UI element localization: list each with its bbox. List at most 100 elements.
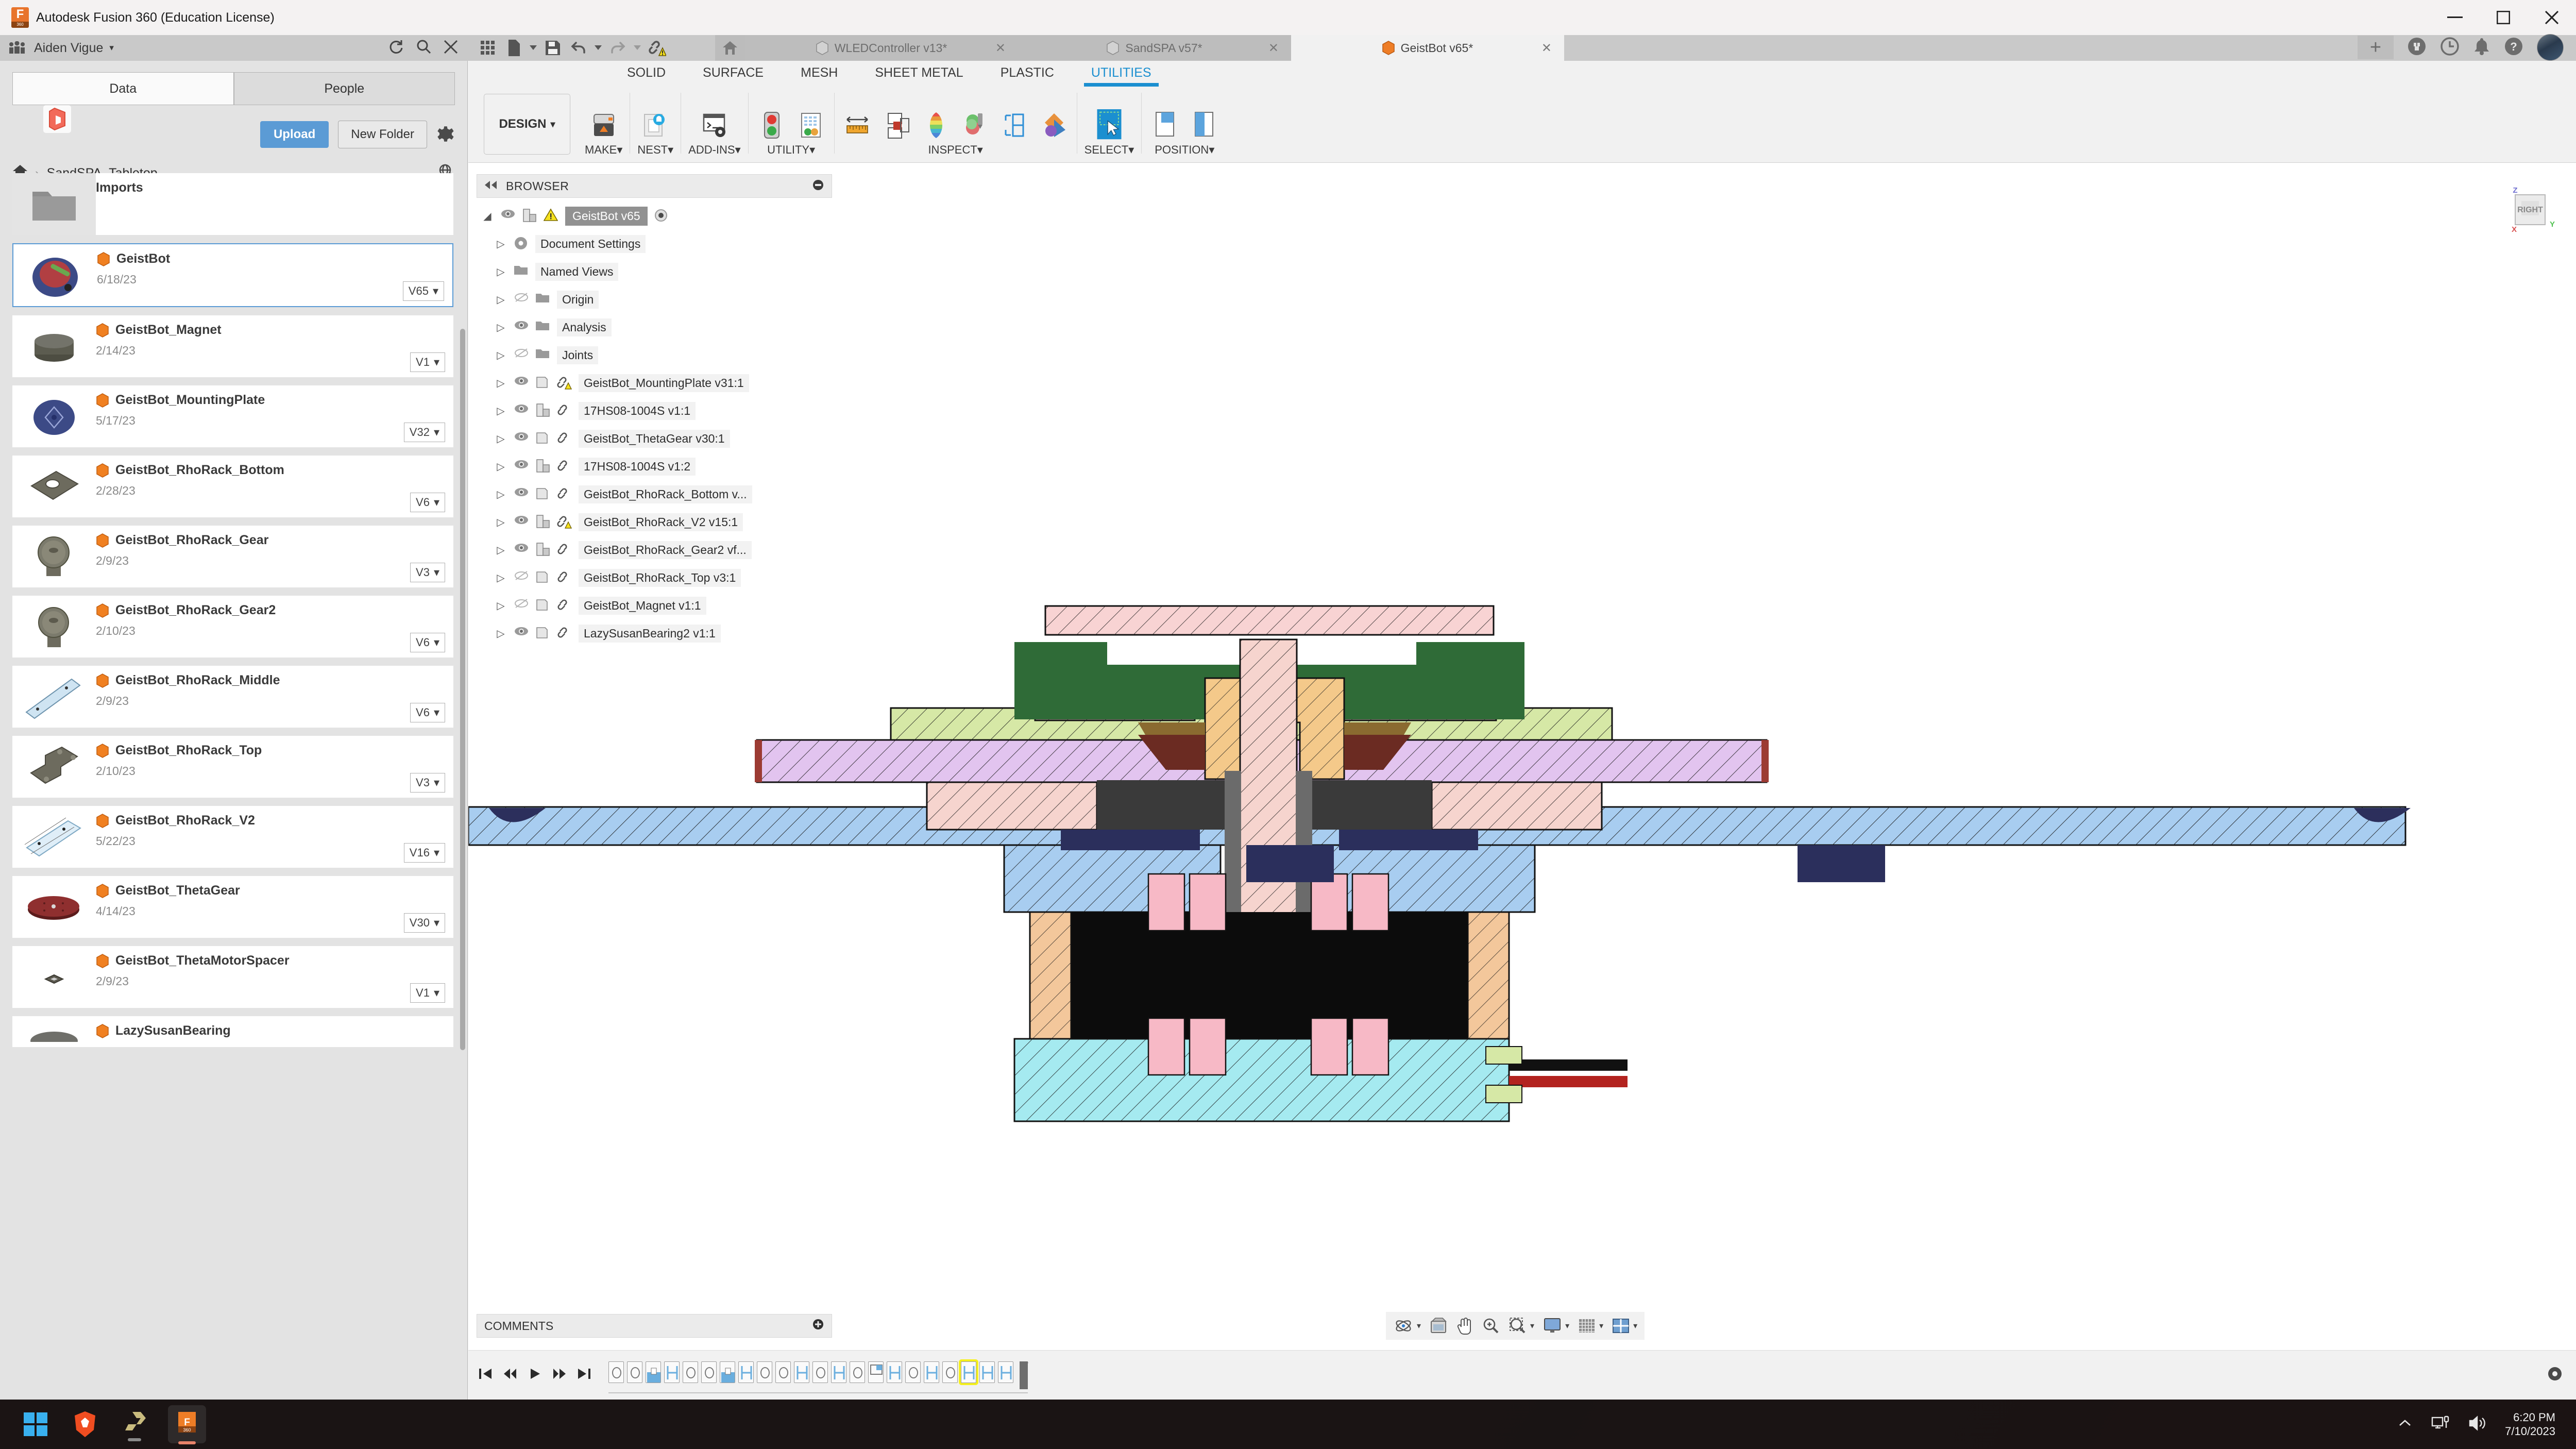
tree-row-analysis[interactable]: ▷ Analysis	[477, 313, 832, 341]
tree-row-joints[interactable]: ▷ Joints	[477, 341, 832, 369]
refresh-icon[interactable]	[387, 39, 404, 58]
browser-options-icon[interactable]	[812, 179, 824, 194]
go-to-end-icon[interactable]	[577, 1366, 592, 1384]
gear-icon[interactable]	[436, 125, 455, 144]
redo-chevron-down-icon[interactable]	[631, 35, 644, 61]
timeline-marker[interactable]	[1020, 1361, 1028, 1389]
step-back-icon[interactable]	[502, 1366, 518, 1384]
tree-row-rhorack-gear2[interactable]: ▷ GeistBot_RhoRack_Gear2 vf...	[477, 536, 832, 564]
align-icon[interactable]	[1149, 109, 1181, 141]
timeline-feature-sketch[interactable]	[627, 1361, 642, 1383]
browser-tree[interactable]: ◢ GeistBot v65 ▷ Document Settings ▷ Nam…	[477, 202, 832, 647]
ribbon-tab-utilities[interactable]: UTILITIES	[1083, 65, 1159, 87]
version-dropdown[interactable]: V6 ▾	[410, 493, 445, 512]
brave-browser-icon[interactable]	[69, 1408, 101, 1440]
play-icon[interactable]	[527, 1366, 543, 1384]
list-item[interactable]: GeistBot_RhoRack_Gear 2/9/23 V3 ▾	[12, 526, 453, 587]
eye-visible-icon[interactable]	[514, 486, 529, 502]
zebra-icon[interactable]	[1038, 109, 1070, 141]
timeline-feature-joint[interactable]	[979, 1361, 995, 1383]
eye-visible-icon[interactable]	[514, 542, 529, 558]
tree-row-magnet[interactable]: ▷ GeistBot_Magnet v1:1	[477, 592, 832, 619]
version-dropdown[interactable]: V30 ▾	[403, 913, 445, 933]
list-item[interactable]: GeistBot_ThetaGear 4/14/23 V30 ▾	[12, 876, 453, 938]
workspace-switcher[interactable]: DESIGN ▾	[484, 94, 570, 155]
tree-row-stepper-2[interactable]: ▷ 17HS08-1004S v1:2	[477, 452, 832, 480]
compute-all-icon[interactable]	[795, 109, 827, 141]
tree-row-rhorack-bottom[interactable]: ▷ GeistBot_RhoRack_Bottom v...	[477, 480, 832, 508]
list-item[interactable]: GeistBot_RhoRack_Gear2 2/10/23 V6 ▾	[12, 596, 453, 658]
interference-icon[interactable]	[959, 109, 991, 141]
section-analysis-icon[interactable]	[881, 109, 913, 141]
timeline-feature-plane[interactable]	[868, 1361, 884, 1383]
timeline-feature-joint[interactable]	[738, 1361, 754, 1383]
eye-visible-icon[interactable]	[514, 403, 529, 418]
activate-component-icon[interactable]	[654, 208, 669, 224]
fit-button[interactable]: ▾	[1509, 1317, 1534, 1335]
list-item[interactable]: GeistBot 6/18/23 V65 ▾	[12, 243, 453, 307]
network-icon[interactable]	[2431, 1414, 2450, 1435]
expand-triangle-icon[interactable]: ◢	[481, 210, 494, 223]
close-icon[interactable]: ✕	[1268, 41, 1279, 56]
list-item[interactable]: GeistBot_MountingPlate 5/17/23 V32 ▾	[12, 385, 453, 447]
clock[interactable]: 6:20 PM 7/10/2023	[2505, 1410, 2555, 1439]
expand-triangle-icon[interactable]: ▷	[494, 488, 507, 501]
timeline-feature-sketch[interactable]	[608, 1361, 624, 1383]
tree-row-rhorack-v2[interactable]: ▷ GeistBot_RhoRack_V2 v15:1	[477, 508, 832, 536]
orbit-button[interactable]: ▾	[1393, 1317, 1421, 1335]
version-dropdown[interactable]: V6 ▾	[410, 633, 445, 652]
timeline-feature-joint-selected[interactable]	[961, 1361, 976, 1383]
timeline-feature-extrude[interactable]	[646, 1361, 661, 1383]
curvature-map-icon[interactable]	[920, 109, 952, 141]
tree-row-document-settings[interactable]: ▷ Document Settings	[477, 230, 832, 258]
version-dropdown[interactable]: V32 ▾	[403, 423, 445, 442]
chevron-down-icon[interactable]: ▾	[1417, 1321, 1421, 1331]
collapse-icon[interactable]	[484, 180, 498, 192]
start-button[interactable]	[20, 1408, 52, 1440]
tree-row-stepper-1[interactable]: ▷ 17HS08-1004S v1:1	[477, 397, 832, 425]
pan-button[interactable]	[1456, 1317, 1473, 1335]
tree-row-root[interactable]: ◢ GeistBot v65	[477, 202, 832, 230]
eye-visible-icon[interactable]	[514, 459, 529, 474]
list-item[interactable]: GeistBot_RhoRack_V2 5/22/23 V16 ▾	[12, 806, 453, 868]
model-state-icon[interactable]	[756, 109, 788, 141]
new-tab-button[interactable]: +	[2358, 36, 2394, 59]
file-icon[interactable]	[501, 35, 527, 61]
look-at-button[interactable]	[1429, 1317, 1448, 1335]
version-dropdown[interactable]: V16 ▾	[403, 843, 445, 863]
eye-visible-icon[interactable]	[514, 375, 529, 391]
tree-row-named-views[interactable]: ▷ Named Views	[477, 258, 832, 285]
version-dropdown[interactable]: V3 ▾	[410, 773, 445, 793]
add-comment-icon[interactable]	[812, 1318, 824, 1334]
upload-button[interactable]: Upload	[260, 121, 329, 148]
expand-triangle-icon[interactable]: ▷	[494, 405, 507, 417]
expand-triangle-icon[interactable]: ▷	[494, 293, 507, 306]
measure-icon[interactable]	[842, 109, 874, 141]
show-hidden-icons[interactable]	[2397, 1417, 2413, 1432]
timeline-feature-sketch[interactable]	[812, 1361, 828, 1383]
chevron-down-icon[interactable]: ▾	[1565, 1321, 1569, 1331]
close-icon[interactable]: ✕	[995, 41, 1006, 56]
ribbon-tab-plastic[interactable]: PLASTIC	[996, 65, 1058, 86]
save-icon[interactable]	[540, 35, 566, 61]
redo-icon[interactable]	[605, 35, 631, 61]
timeline-feature-joint[interactable]	[887, 1361, 902, 1383]
home-button[interactable]	[715, 35, 745, 61]
move-icon[interactable]	[1188, 109, 1220, 141]
link-warning-icon[interactable]	[644, 35, 670, 61]
eye-hidden-icon[interactable]	[514, 570, 529, 585]
file-chevron-down-icon[interactable]	[527, 35, 540, 61]
eye-visible-icon[interactable]	[514, 626, 529, 641]
expand-triangle-icon[interactable]: ▷	[494, 321, 507, 334]
expand-triangle-icon[interactable]: ▷	[494, 265, 507, 278]
timeline-features[interactable]	[608, 1361, 1028, 1393]
timeline-feature-joint[interactable]	[924, 1361, 939, 1383]
ribbon-tab-solid[interactable]: SOLID	[623, 65, 670, 86]
list-item[interactable]: GeistBot_RhoRack_Bottom 2/28/23 V6 ▾	[12, 456, 453, 517]
timeline-feature-sketch[interactable]	[775, 1361, 791, 1383]
version-dropdown[interactable]: V1 ▾	[410, 352, 445, 372]
timeline-feature-sketch[interactable]	[683, 1361, 698, 1383]
timeline-feature-joint[interactable]	[831, 1361, 846, 1383]
version-dropdown[interactable]: V3 ▾	[410, 563, 445, 582]
tree-row-mountingplate[interactable]: ▷ GeistBot_MountingPlate v31:1	[477, 369, 832, 397]
